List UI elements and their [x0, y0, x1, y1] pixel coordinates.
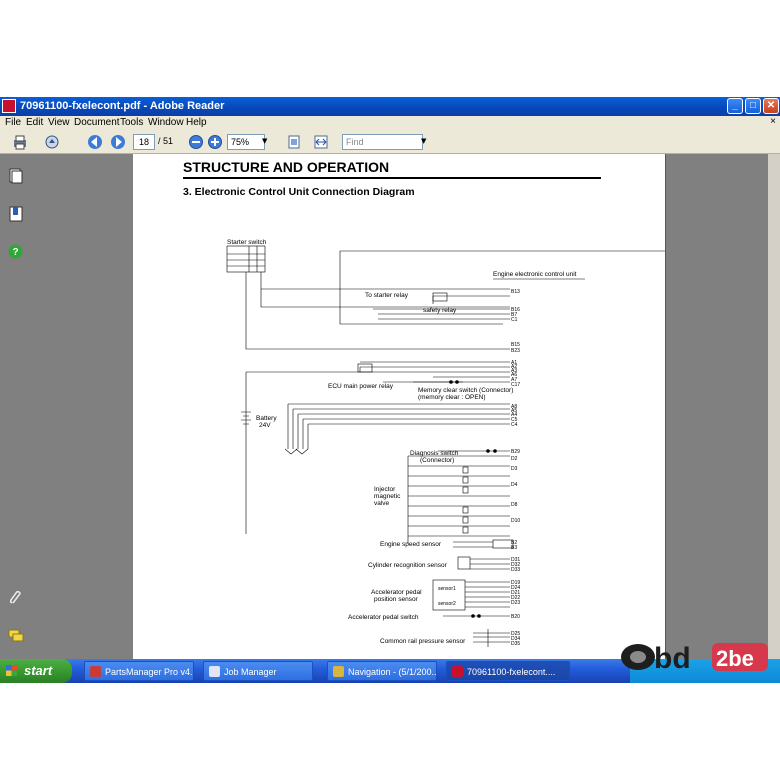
pages-icon[interactable] — [9, 168, 23, 184]
label-engine-speed-sensor: Engine speed sensor — [380, 541, 442, 548]
previous-page-icon[interactable] — [87, 134, 103, 150]
label-safety-relay: safety relay — [423, 307, 457, 314]
adobe-reader-icon — [452, 666, 463, 677]
close-button[interactable]: ✕ — [763, 98, 779, 114]
label-battery-voltage: 24V — [259, 422, 271, 429]
svg-text:bd: bd — [654, 642, 691, 675]
hand-tool-icon[interactable] — [44, 134, 60, 150]
next-page-icon[interactable] — [110, 134, 126, 150]
start-button[interactable]: start — [0, 659, 72, 683]
label-injector: Injector — [374, 486, 396, 493]
ecu-pin-label: D2 — [511, 456, 518, 462]
document-page: STRUCTURE AND OPERATION 3. Electronic Co… — [133, 154, 666, 659]
ecu-pin-label: B29 — [511, 449, 520, 455]
job-manager-icon — [209, 666, 220, 677]
label-common-rail-pressure-sensor: Common rail pressure sensor — [380, 638, 466, 645]
task-label: PartsManager Pro v4... — [105, 667, 194, 677]
page-total: / 51 — [158, 136, 174, 146]
toolbar: 18 / 51 75% ▼ Find ▼ — [0, 131, 780, 154]
label-accelerator-pedal: Accelerator pedal — [371, 589, 422, 596]
wiring-diagram: Starter switch Engine electronic control… — [226, 239, 665, 647]
find-dropdown-icon[interactable]: ▼ — [421, 137, 426, 145]
comments-icon[interactable] — [8, 629, 24, 643]
svg-text:?: ? — [12, 247, 18, 258]
label-to-starter-relay: To starter relay — [365, 292, 409, 299]
task-label: Navigation - (5/1/200... — [348, 667, 437, 677]
ecu-pin-label: D33 — [511, 567, 520, 573]
ecu-pin-label: C1 — [511, 317, 518, 323]
ecu-pin-label: B3 — [511, 545, 517, 551]
fit-page-icon[interactable] — [286, 134, 302, 150]
taskbar-item-partsmanager[interactable]: PartsManager Pro v4... — [84, 661, 194, 681]
zoom-out-icon[interactable] — [188, 134, 204, 150]
zoom-select[interactable]: 75% — [227, 134, 265, 150]
navigation-icon — [333, 666, 344, 677]
label-sensor1: sensor1 — [438, 586, 456, 592]
zoom-in-icon[interactable] — [207, 134, 223, 150]
label-diagnosis-switch: Diagnosis switch — [410, 450, 459, 457]
menu-window[interactable]: Window — [148, 117, 184, 128]
menu-bar: File Edit View Document Tools Window Hel… — [0, 116, 780, 131]
zoom-dropdown-icon[interactable]: ▼ — [262, 137, 267, 145]
ecu-pin-label: B20 — [511, 614, 520, 620]
window-title: 70961100-fxelecont.pdf - Adobe Reader — [20, 100, 225, 112]
minimize-button[interactable]: _ — [727, 98, 743, 114]
ecu-pin-label: D35 — [511, 641, 520, 647]
start-label: start — [24, 663, 53, 678]
bookmarks-icon[interactable] — [9, 206, 23, 222]
ecu-pin-label: D23 — [511, 600, 520, 606]
task-label: 70961100-fxelecont.... — [467, 667, 556, 677]
find-input[interactable]: Find — [342, 134, 423, 150]
page-number-input[interactable]: 18 — [133, 134, 155, 150]
adobe-reader-icon — [2, 99, 16, 113]
maximize-button[interactable]: □ — [745, 98, 761, 114]
ecu-pin-label: D10 — [511, 518, 520, 524]
fit-width-icon[interactable] — [313, 134, 329, 150]
label-battery: Battery — [256, 415, 277, 422]
ecu-pin-label: B13 — [511, 289, 520, 295]
menu-help[interactable]: Help — [186, 117, 207, 128]
vertical-scrollbar[interactable] — [768, 154, 780, 659]
label-accelerator-pedal-switch: Accelerator pedal switch — [348, 614, 419, 621]
ecu-pin-label: C17 — [511, 382, 520, 388]
svg-text:2be: 2be — [716, 646, 754, 671]
title-bar[interactable]: 70961100-fxelecont.pdf - Adobe Reader _ … — [0, 97, 780, 116]
label-position-sensor: position sensor — [374, 596, 419, 603]
taskbar-item-navigation[interactable]: Navigation - (5/1/200... — [327, 661, 437, 681]
windows-logo-icon — [6, 665, 17, 676]
menu-edit[interactable]: Edit — [26, 117, 43, 128]
label-injector-valve: valve — [374, 500, 390, 507]
menu-document[interactable]: Document — [74, 117, 120, 128]
taskbar-item-job-manager[interactable]: Job Manager — [203, 661, 313, 681]
ecu-pin-label: D3 — [511, 466, 518, 472]
screen: 70961100-fxelecont.pdf - Adobe Reader _ … — [0, 97, 780, 683]
taskbar-item-adobe-reader[interactable]: 70961100-fxelecont.... — [446, 661, 570, 681]
obd2be-watermark-logo: bd 2be — [621, 642, 768, 675]
ecu-pin-label: B23 — [511, 348, 520, 354]
label-ecu: Engine electronic control unit — [493, 271, 577, 278]
help-icon[interactable]: ? — [8, 244, 23, 259]
label-ecu-main-power-relay: ECU main power relay — [328, 383, 394, 390]
task-label: Job Manager — [224, 667, 277, 677]
menu-view[interactable]: View — [48, 117, 70, 128]
label-injector-magnetic: magnetic — [374, 493, 401, 500]
menu-tools[interactable]: Tools — [120, 117, 143, 128]
label-sensor2: sensor2 — [438, 601, 456, 607]
ecu-pin-label: C4 — [511, 422, 518, 428]
label-starter-switch: Starter switch — [227, 239, 267, 246]
navigation-pane: ? — [0, 154, 32, 659]
label-memory-clear-switch: Memory clear switch (Connector) — [418, 387, 513, 394]
menu-file[interactable]: File — [5, 117, 21, 128]
partsmanager-icon — [90, 666, 101, 677]
label-cylinder-recognition-sensor: Cylinder recognition sensor — [368, 562, 448, 569]
attachments-icon[interactable] — [9, 591, 23, 607]
print-icon[interactable] — [12, 134, 28, 150]
ecu-pin-label: D4 — [511, 482, 518, 488]
ecu-pin-label: D8 — [511, 502, 518, 508]
document-close-icon[interactable]: × — [770, 116, 776, 127]
label-memory-clear-note: (memory clear : OPEN) — [418, 394, 486, 401]
label-diagnosis-connector: (Connector) — [420, 457, 454, 464]
